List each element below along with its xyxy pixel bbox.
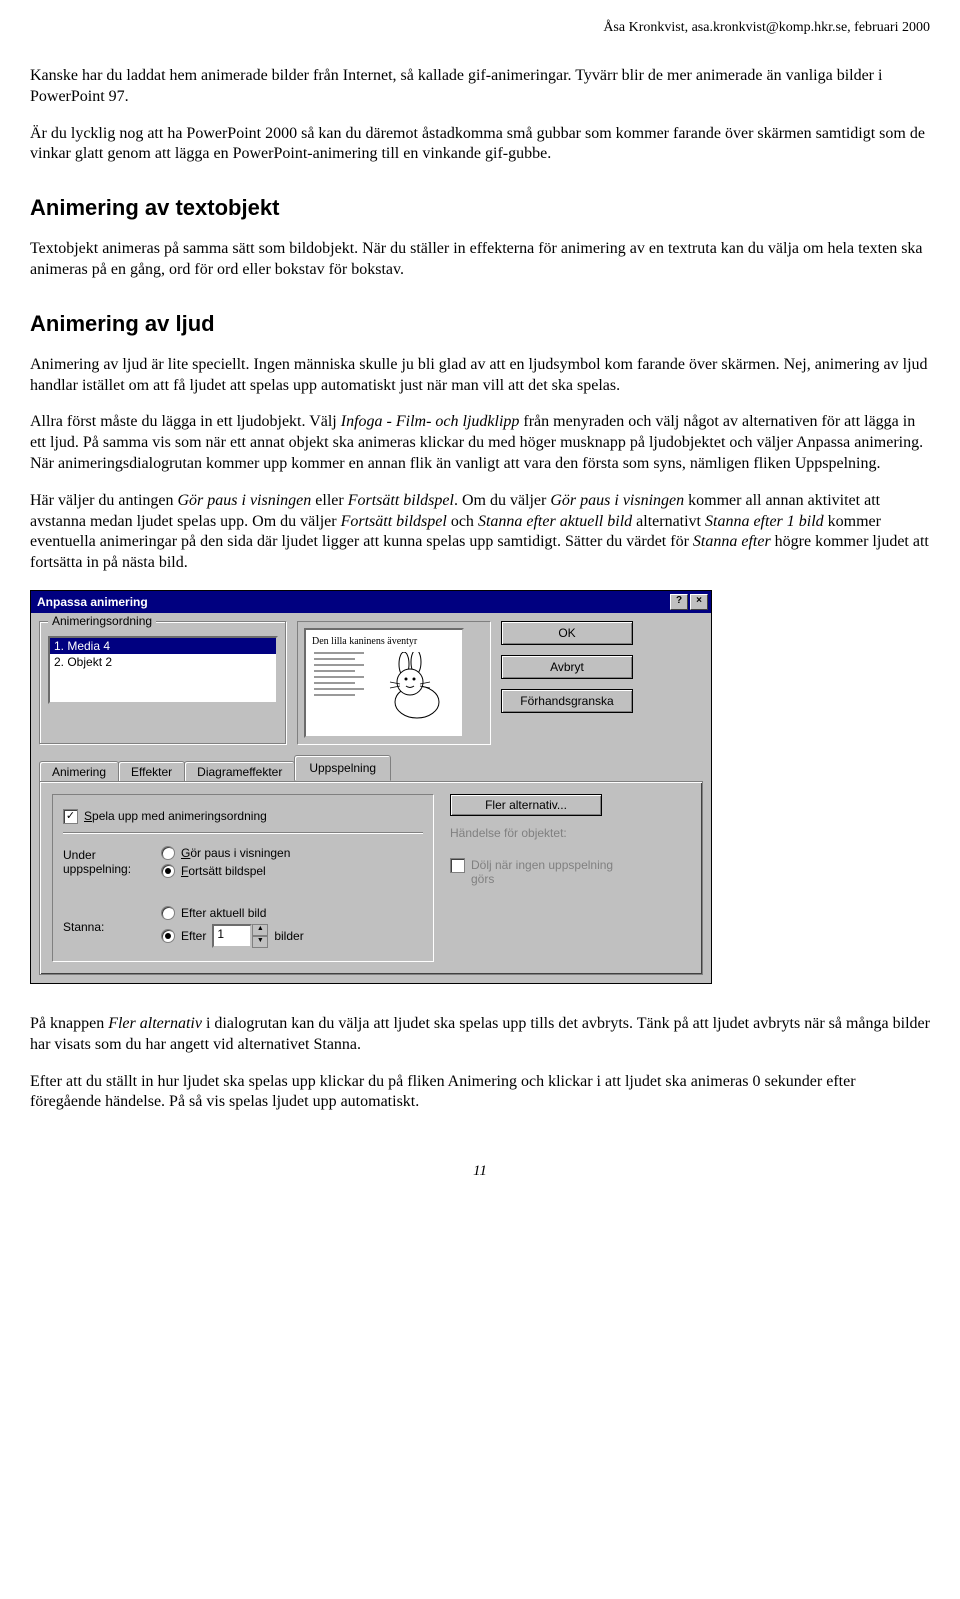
tab-effekter[interactable]: Effekter xyxy=(118,761,185,782)
radio-after-current[interactable] xyxy=(161,906,175,920)
radio-pause-label: Gör paus i visningen xyxy=(181,846,290,860)
tab-panel-uppspelning: Spela upp med animeringsordning Under up… xyxy=(39,781,703,975)
tab-diagrameffekter[interactable]: Diagrameffekter xyxy=(184,761,295,782)
animation-order-list[interactable]: 1. Media 4 2. Objekt 2 xyxy=(48,636,278,704)
more-options-button[interactable]: Fler alternativ... xyxy=(450,794,602,816)
paragraph-final: Efter att du ställt in hur ljudet ska sp… xyxy=(30,1072,930,1114)
checkbox-play-with-order-label: Spela upp med animeringsordning xyxy=(84,809,267,823)
preview-pane: Den lilla kaninens äventyr xyxy=(304,628,464,738)
label-during-playback: Under uppspelning: xyxy=(63,848,153,876)
spin-up-icon[interactable]: ▲ xyxy=(252,924,268,936)
radio-after-current-label: Efter aktuell bild xyxy=(181,906,266,920)
dialog-anpassa-animering: Anpassa animering ? × Animeringsordning … xyxy=(30,590,712,984)
paragraph-sound-3: Här väljer du antingen Gör paus i visnin… xyxy=(30,491,930,574)
bunny-icon xyxy=(382,652,452,722)
paragraph-sound-2: Allra först måste du lägga in ett ljudob… xyxy=(30,412,930,474)
radio-continue-label: Fortsätt bildspel xyxy=(181,864,266,878)
checkbox-hide-label: Dölj när ingen uppspelning görs xyxy=(471,858,621,886)
radio-continue[interactable] xyxy=(161,864,175,878)
list-item[interactable]: 1. Media 4 xyxy=(50,638,276,654)
label-slides: bilder xyxy=(274,929,303,943)
radio-after-label: Efter xyxy=(181,929,206,943)
radio-pause[interactable] xyxy=(161,846,175,860)
dialog-title: Anpassa animering xyxy=(37,595,148,609)
page-number: 11 xyxy=(30,1163,930,1180)
label-object-event: Händelse för objektet: xyxy=(450,826,690,840)
tab-uppspelning[interactable]: Uppspelning xyxy=(294,755,391,781)
label-stop: Stanna: xyxy=(63,920,153,934)
help-icon[interactable]: ? xyxy=(670,594,688,610)
paragraph-text-animation: Textobjekt animeras på samma sätt som bi… xyxy=(30,239,930,281)
tab-animering[interactable]: Animering xyxy=(39,761,119,782)
spin-after-value[interactable]: 1 xyxy=(212,924,252,948)
preview-slide-title: Den lilla kaninens äventyr xyxy=(312,636,456,647)
cancel-button[interactable]: Avbryt xyxy=(501,655,633,679)
tab-bar: Animering Effekter Diagrameffekter Uppsp… xyxy=(39,755,703,781)
radio-after-n[interactable] xyxy=(161,929,175,943)
paragraph-intro-1: Kanske har du laddat hem animerade bilde… xyxy=(30,66,930,108)
dialog-titlebar: Anpassa animering ? × xyxy=(31,591,711,613)
page-header: Åsa Kronkvist, asa.kronkvist@komp.hkr.se… xyxy=(30,20,930,36)
ok-button[interactable]: OK xyxy=(501,621,633,645)
heading-text-animation: Animering av textobjekt xyxy=(30,195,930,221)
preview-button[interactable]: Förhandsgranska xyxy=(501,689,633,713)
close-icon[interactable]: × xyxy=(690,594,708,610)
paragraph-sound-1: Animering av ljud är lite speciellt. Ing… xyxy=(30,355,930,397)
spin-down-icon[interactable]: ▼ xyxy=(252,936,268,948)
group-animation-order-label: Animeringsordning xyxy=(48,614,156,628)
list-item[interactable]: 2. Objekt 2 xyxy=(50,654,276,670)
paragraph-more-options: På knappen Fler alternativ i dialogrutan… xyxy=(30,1014,930,1056)
paragraph-intro-2: Är du lycklig nog att ha PowerPoint 2000… xyxy=(30,124,930,166)
heading-sound-animation: Animering av ljud xyxy=(30,311,930,337)
checkbox-hide-when-not-playing[interactable] xyxy=(450,858,465,873)
checkbox-play-with-order[interactable] xyxy=(63,809,78,824)
